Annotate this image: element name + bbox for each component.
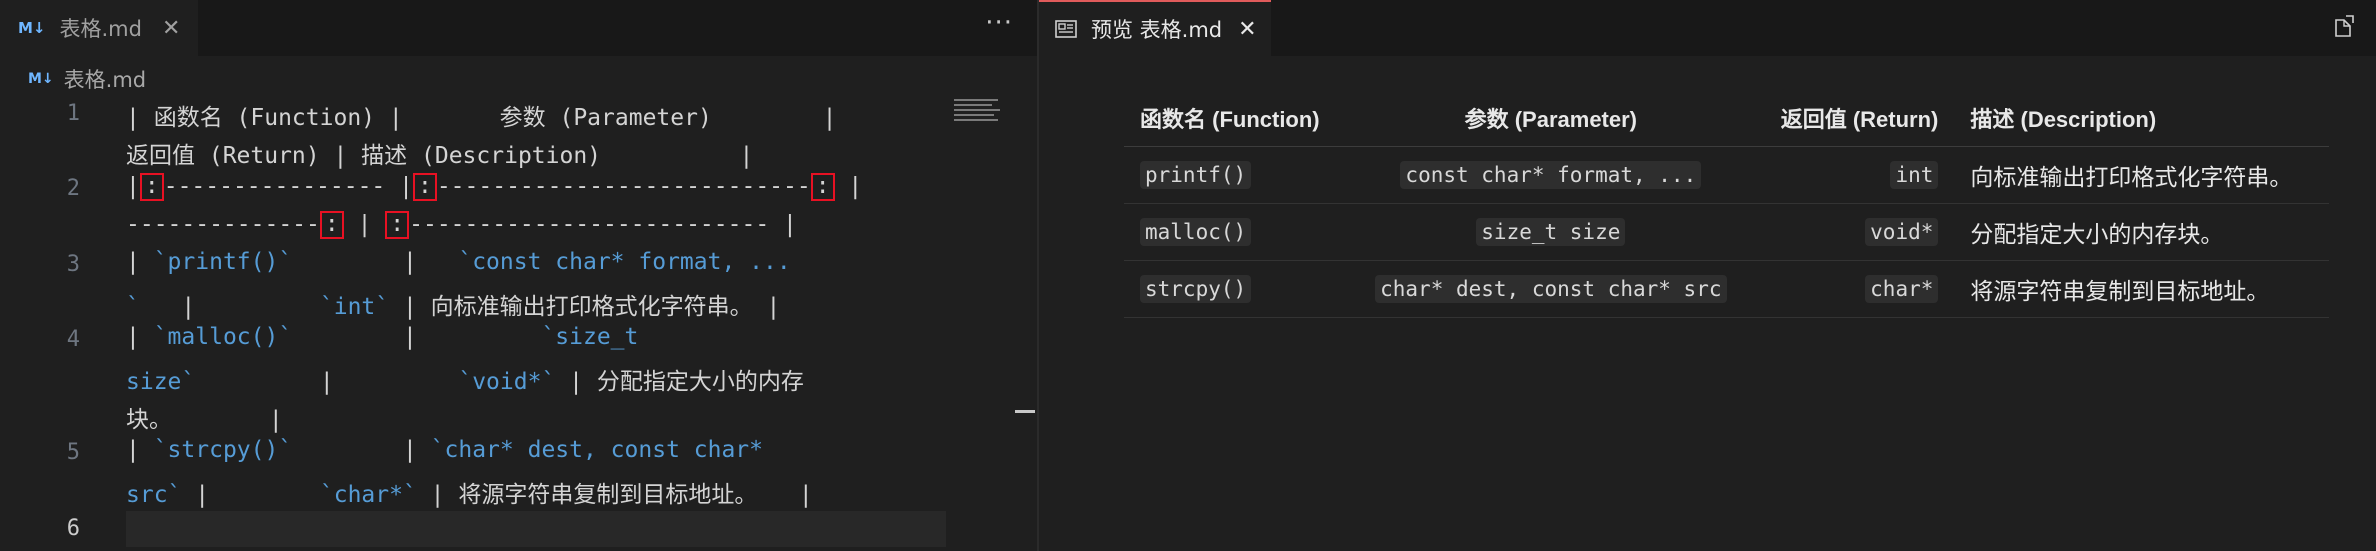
inline-code-token: `void*` xyxy=(458,368,556,395)
alignment-colon-highlight: : xyxy=(385,211,410,240)
text-token: | xyxy=(834,173,863,200)
text-token: | xyxy=(126,173,140,200)
close-icon[interactable]: ✕ xyxy=(162,16,180,41)
text-token: | xyxy=(139,293,320,320)
tab-label: 表格.md xyxy=(59,17,142,41)
preview-table: 函数名 (Function) 参数 (Parameter) 返回值 (Retur… xyxy=(1124,96,2329,318)
line-number: 1 xyxy=(66,101,80,126)
inline-code-token: `const char* format, ... xyxy=(458,248,791,275)
return-cell: int xyxy=(1890,161,1939,189)
description-cell: 将源字符串复制到目标地址。 xyxy=(1954,260,2329,318)
editor-pane: M↓ 表格.md ✕ ··· M↓ 表格.md 1 | 函数名 (Function… xyxy=(0,0,1037,551)
code-line: 块。 | xyxy=(126,400,283,434)
text-token: | xyxy=(195,368,459,395)
text-token: -------------------------- | xyxy=(409,211,797,238)
header-description: 描述 (Description) xyxy=(1954,96,2329,147)
code-line: | `malloc()` | `size_t xyxy=(126,324,638,350)
code-line: src` | `char*` | 将源字符串复制到目标地址。 | xyxy=(126,475,813,509)
inline-code-token: `size_t xyxy=(541,324,639,351)
text-token: | 将源字符串复制到目标地址。 | xyxy=(416,482,813,508)
return-cell: void* xyxy=(1865,218,1939,246)
text-token: | xyxy=(292,248,459,275)
current-line-highlight xyxy=(126,511,946,547)
text-token: | 函数名 (Function) | 参数 (Parameter) | xyxy=(126,105,837,131)
tab-label: 预览 表格.md xyxy=(1091,18,1223,42)
code-editor[interactable]: 1 | 函数名 (Function) | 参数 (Parameter) | 返回值 … xyxy=(0,96,1037,551)
preview-pane: 预览 表格.md ✕ 函数名 (Function) 参数 (Parameter)… xyxy=(1039,0,2376,551)
breadcrumb: M↓ 表格.md xyxy=(28,62,146,96)
function-cell: malloc() xyxy=(1140,218,1252,246)
line-number: 3 xyxy=(66,251,80,277)
alignment-colon-highlight: : xyxy=(319,211,344,240)
tab-table-md[interactable]: M↓ 表格.md ✕ xyxy=(0,0,198,56)
text-token: | xyxy=(343,211,386,238)
markdown-preview: 函数名 (Function) 参数 (Parameter) 返回值 (Retur… xyxy=(1124,96,2369,318)
open-source-icon[interactable] xyxy=(2332,15,2354,43)
markdown-icon: M↓ xyxy=(18,19,46,37)
alignment-colon-highlight: : xyxy=(412,173,437,202)
line-number: 2 xyxy=(66,176,80,202)
code-line: --------------: | : ---------------------… xyxy=(126,211,797,240)
alignment-colon-highlight: : xyxy=(139,173,164,202)
function-cell: printf() xyxy=(1140,161,1252,189)
scrollbar-marker[interactable] xyxy=(1015,410,1035,413)
code-line: |: ---------------- |: -------------------… xyxy=(126,173,863,202)
return-cell: char* xyxy=(1865,275,1939,303)
inline-code-token: src` xyxy=(126,482,182,508)
table-row: printf() const char* format, ... int 向标准… xyxy=(1124,146,2329,204)
inline-code-token: `strcpy()` xyxy=(153,437,293,464)
text-token: 返回值 (Return) | 描述 (Description) | xyxy=(126,142,754,169)
preview-icon xyxy=(1055,19,1077,39)
text-token: | 向标准输出打印格式化字符串。 | xyxy=(389,293,781,320)
header-function: 函数名 (Function) xyxy=(1124,96,1348,147)
inline-code-token: `int` xyxy=(319,293,390,320)
header-parameter: 参数 (Parameter) xyxy=(1347,96,1754,147)
inline-code-token: size` xyxy=(126,368,196,395)
inline-code-token: ` xyxy=(126,293,140,320)
text-token: ---------------- | xyxy=(163,173,413,200)
table-header-row: 函数名 (Function) 参数 (Parameter) 返回值 (Retur… xyxy=(1124,96,2329,147)
code-line: ` | `int` | 向标准输出打印格式化字符串。 | xyxy=(126,287,780,321)
parameter-cell: char* dest, const char* src xyxy=(1375,275,1727,303)
description-cell: 分配指定大小的内存块。 xyxy=(1954,203,2329,261)
text-token: 块。 | xyxy=(126,406,283,433)
breadcrumb-file[interactable]: 表格.md xyxy=(64,64,146,94)
inline-code-token: `malloc()` xyxy=(153,324,293,351)
close-icon[interactable]: ✕ xyxy=(1238,17,1256,42)
code-line: | `strcpy()` | `char* dest, const char* xyxy=(126,437,763,463)
alignment-colon-highlight: : xyxy=(810,173,835,202)
text-token: | xyxy=(126,324,154,351)
code-line: 返回值 (Return) | 描述 (Description) | xyxy=(126,136,753,170)
parameter-cell: size_t size xyxy=(1476,218,1626,246)
line-number: 6 xyxy=(66,515,80,541)
inline-code-token: `char*` xyxy=(319,482,417,508)
code-line: size` | `void*` | 分配指定大小的内存 xyxy=(126,362,804,396)
line-number: 5 xyxy=(66,440,80,466)
description-cell: 向标准输出打印格式化字符串。 xyxy=(1954,146,2329,204)
function-cell: strcpy() xyxy=(1140,275,1252,303)
parameter-cell: const char* format, ... xyxy=(1400,161,1702,189)
text-token: | xyxy=(126,248,154,275)
text-token: | 分配指定大小的内存 xyxy=(555,368,804,395)
table-row: strcpy() char* dest, const char* src cha… xyxy=(1124,260,2329,318)
inline-code-token: `char* dest, const char* xyxy=(430,437,764,464)
code-line: | `printf()` | `const char* format, ... xyxy=(126,249,791,275)
markdown-icon: M↓ xyxy=(28,71,54,87)
text-token: | xyxy=(126,437,154,464)
preview-tab-bar: 预览 表格.md ✕ xyxy=(1039,0,2376,56)
text-token: -------------- xyxy=(126,211,320,238)
text-token: | xyxy=(181,482,320,508)
line-number: 4 xyxy=(66,327,80,353)
tab-preview[interactable]: 预览 表格.md ✕ xyxy=(1039,0,1271,56)
minimap[interactable] xyxy=(952,96,1002,126)
editor-tab-bar: M↓ 表格.md ✕ ··· xyxy=(0,0,1037,56)
text-token: | xyxy=(292,324,542,351)
table-row: malloc() size_t size void* 分配指定大小的内存块。 xyxy=(1124,203,2329,261)
more-actions-icon[interactable]: ··· xyxy=(985,8,1013,38)
header-return: 返回值 (Return) xyxy=(1753,96,1955,147)
code-line: | 函数名 (Function) | 参数 (Parameter) | xyxy=(126,98,836,132)
text-token: --------------------------- xyxy=(436,173,811,200)
inline-code-token: `printf()` xyxy=(153,248,293,275)
text-token: | xyxy=(292,437,431,464)
